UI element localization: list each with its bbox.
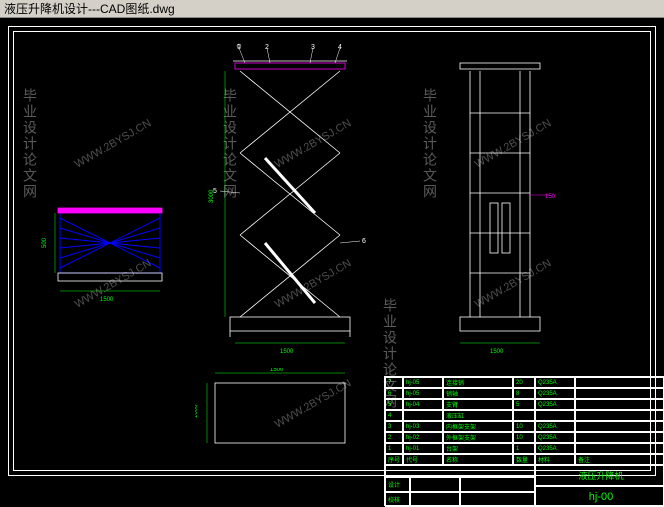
callout-number: 1 <box>237 44 241 51</box>
check-label: 校核 <box>385 492 410 507</box>
title-block: 7 hj-05 连接销 20 Q235A 6 hj-05 销轴 8 Q235A … <box>384 376 664 506</box>
dim-text: 1500 <box>280 349 294 355</box>
bom-name: 连接销 <box>443 377 513 388</box>
dim-text: 3000 <box>209 189 215 203</box>
callout-number: 4 <box>338 44 342 51</box>
window-titlebar: 液压升降机设计---CAD图纸.dwg <box>0 0 664 18</box>
dim-text: 1000 <box>195 404 199 418</box>
filename-label: 液压升降机设计---CAD图纸.dwg <box>4 0 175 17</box>
bom-no: 7 <box>385 377 403 388</box>
dim-text: 1500 <box>270 368 284 373</box>
dim-text: 500 <box>42 237 48 248</box>
bom-header-qty: 数量 <box>513 454 535 465</box>
drawing-number: hj-00 <box>535 486 664 507</box>
callout-number: 6 <box>362 238 366 245</box>
bom-header-mat: 材料 <box>535 454 575 465</box>
cad-canvas: 500 1500 1 2 3 4 5 6 <box>0 18 664 506</box>
callout-number: 3 <box>311 44 315 51</box>
dim-text: 1500 <box>490 349 504 355</box>
bom-header-note: 备注 <box>575 454 664 465</box>
bom-header-no: 序号 <box>385 454 403 465</box>
bom-no: 6 <box>385 388 403 399</box>
dim-text: 1500 <box>100 297 114 303</box>
bottom-view-plan: 1500 1000 <box>195 368 365 468</box>
drawing-title: 液压升降机 <box>535 465 664 486</box>
bom-qty: 20 <box>513 377 535 388</box>
left-view-collapsed: 500 1500 <box>40 193 180 308</box>
main-view-scissor-lift: 1 2 3 4 5 6 3000 1500 <box>195 43 385 363</box>
callout-number: 2 <box>265 44 269 51</box>
bom-header-name: 名称 <box>443 454 513 465</box>
bom-header-code: 代号 <box>403 454 443 465</box>
design-label: 设计 <box>385 477 410 492</box>
bom-code: hj-05 <box>403 377 443 388</box>
bom-spec: Q235A <box>535 377 575 388</box>
right-view-side: 1500 150 <box>430 43 570 363</box>
